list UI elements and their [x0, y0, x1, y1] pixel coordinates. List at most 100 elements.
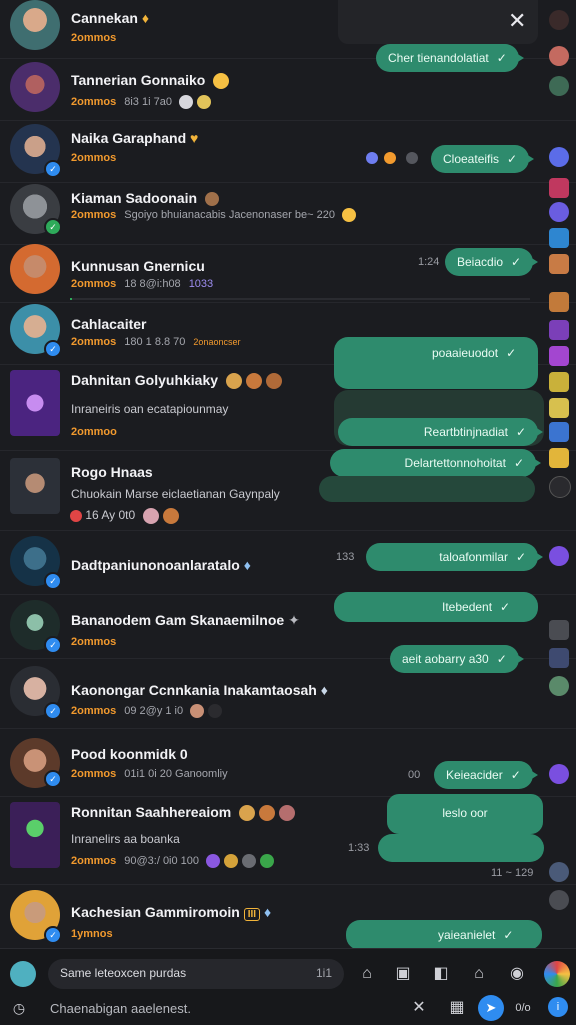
progress-fill: [70, 298, 72, 300]
side-avatar[interactable]: [549, 292, 569, 312]
message-bubble[interactable]: [319, 476, 535, 502]
gallery-icon[interactable]: ◧: [430, 963, 452, 985]
emoji-icon: [197, 95, 212, 109]
chat-name: Cahlacaiter: [71, 316, 147, 332]
side-avatar[interactable]: [549, 178, 569, 198]
chat-name: Tannerian Gonnaiko: [71, 72, 230, 90]
user-avatar[interactable]: [10, 961, 36, 987]
bookmark-icon[interactable]: ⌂: [468, 963, 490, 985]
status-label: 0/o: [515, 1002, 531, 1014]
chat-subtitle: 2ommos 09 2@y 1 i0: [71, 704, 223, 718]
side-avatar[interactable]: [549, 320, 569, 340]
message-bubble[interactable]: [378, 834, 544, 862]
emoji-icon: [179, 95, 194, 109]
side-avatar[interactable]: [549, 890, 569, 910]
side-avatar[interactable]: [549, 46, 569, 66]
message-time: 11 ~ 129: [491, 867, 534, 879]
reaction-icon: [406, 152, 418, 164]
badge-icon: III: [243, 908, 261, 921]
chat-row[interactable]: ✓ Kiaman Sadoonain 2ommos Sgoiyo bhuianac…: [0, 182, 576, 245]
message-time: 133: [336, 551, 355, 563]
verified-icon: ✓: [44, 340, 62, 358]
chat-row[interactable]: Tannerian Gonnaiko 2ommos 8i3 1i 7a0: [0, 58, 576, 121]
reaction-icon: [366, 152, 378, 164]
message-bubble[interactable]: Reartbtinjnadiat ✓: [338, 418, 543, 446]
avatar: [10, 0, 60, 50]
message-bubble[interactable]: Beiacdio ✓: [445, 248, 539, 276]
emoji-icon: [162, 508, 179, 524]
message-time: 1:24: [418, 256, 440, 268]
side-avatar[interactable]: [549, 10, 569, 30]
chat-icon[interactable]: ▣: [392, 963, 414, 985]
home-icon[interactable]: ⌂: [356, 963, 378, 985]
message-text: poaaieuodot ✓: [432, 346, 517, 360]
chat-subtitle: 2ommos: [71, 636, 117, 648]
composer-bar: Same leteoxcen purdas 1i1 ⌂ ▣ ◧ ⌂ ◉ ◷ Ch…: [0, 948, 576, 1025]
message-bubble[interactable]: Delartettonnohoitat ✓: [330, 449, 541, 477]
message-bubble[interactable]: Cloeateifis ✓: [431, 145, 535, 173]
chat-meta: 16 Ay 0t0: [70, 508, 179, 524]
chat-subtitle: 2ommos: [71, 32, 117, 44]
chat-name: Kunnusan Gnernicu: [71, 258, 205, 274]
avatar: [10, 62, 60, 112]
side-avatar[interactable]: [549, 147, 569, 167]
side-avatar[interactable]: [549, 448, 569, 468]
message-input[interactable]: Same leteoxcen purdas 1i1: [48, 959, 344, 989]
emoji-icon: [342, 208, 356, 222]
message-text: yaieanielet ✓: [438, 928, 514, 942]
color-wheel-icon[interactable]: [544, 961, 570, 987]
chat-name: Rogo Hnaas: [71, 464, 153, 480]
side-avatar[interactable]: [549, 76, 569, 96]
side-avatar[interactable]: [549, 546, 569, 566]
side-avatar[interactable]: [549, 764, 569, 784]
side-avatar[interactable]: [549, 346, 569, 366]
emoji-icon: [206, 854, 221, 868]
side-avatar[interactable]: [549, 676, 569, 696]
emoji-icon: [190, 704, 205, 718]
verified-icon: ✓: [44, 636, 62, 654]
chat-name: Kachesian Gammiromoin III ♦: [71, 904, 272, 921]
message-time: 1:33: [348, 842, 370, 854]
info-icon[interactable]: i: [548, 997, 568, 1017]
profile-icon[interactable]: ◉: [506, 963, 528, 985]
side-avatar[interactable]: [549, 648, 569, 668]
chat-subtitle: 2ommos: [71, 152, 117, 164]
chat-subtitle: 2ommos 8i3 1i 7a0: [71, 95, 212, 109]
avatar: [10, 802, 60, 868]
chat-subtitle: 2ommos 01i1 0i 20 Ganoomliy: [71, 768, 228, 780]
side-avatar[interactable]: [549, 398, 569, 418]
side-avatar[interactable]: [549, 202, 569, 222]
side-avatar[interactable]: [549, 476, 571, 498]
clock-icon[interactable]: ◷: [8, 997, 30, 1019]
side-avatar[interactable]: [549, 862, 569, 882]
send-button[interactable]: ➤: [478, 995, 504, 1021]
avatar: [10, 370, 60, 436]
side-avatar[interactable]: [549, 372, 569, 392]
status-text: Chaenabigan aaelenest.: [50, 1001, 191, 1016]
verified-icon: ✓: [44, 218, 62, 236]
chat-subtitle: 2ommos 18 8@i:h08 1033: [71, 278, 214, 290]
message-bubble[interactable]: taloafonmilar ✓: [366, 543, 543, 571]
chat-name: Ronnitan Saahhereaiom: [71, 804, 296, 822]
emoji-icon: [239, 805, 256, 822]
chat-subtitle: 1ymnos: [71, 928, 113, 940]
message-bubble[interactable]: Keieacider ✓: [434, 761, 538, 789]
chat-subtitle: 2ommos 90@3:/ 0i0 100: [71, 854, 275, 868]
close-icon[interactable]: ✕: [408, 997, 430, 1019]
chat-name: Naika Garaphand ♥: [71, 130, 199, 146]
side-avatar[interactable]: [549, 228, 569, 248]
chat-name: Bananodem Gam Skanaemilnoe ✦: [71, 612, 300, 628]
calendar-icon[interactable]: ▦: [446, 997, 468, 1019]
side-avatar[interactable]: [549, 422, 569, 442]
chat-name: Dadtpaniunonoanlaratalo ♦: [71, 557, 251, 573]
side-avatar[interactable]: [549, 620, 569, 640]
verified-icon: ✓: [44, 572, 62, 590]
chat-row[interactable]: ✓ Kaonongar Ccnnkania Inakamtaosah ♦ 2om…: [0, 658, 576, 729]
emoji-icon: [208, 704, 223, 718]
verified-icon: ✓: [44, 926, 62, 944]
side-avatar[interactable]: [549, 254, 569, 274]
chat-name: Kaonongar Ccnnkania Inakamtaosah ♦: [71, 682, 328, 698]
verified-icon: ✓: [44, 770, 62, 788]
chat-subtitle: 2ommoo: [71, 426, 117, 438]
message-bubble[interactable]: leslo oor: [387, 794, 543, 834]
